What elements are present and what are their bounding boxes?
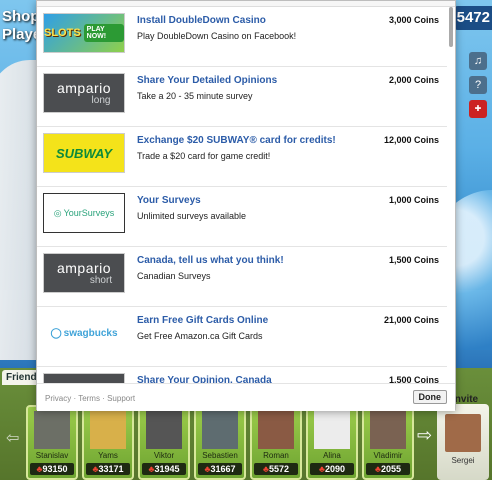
offer-coins: 1,500 Coins — [388, 375, 439, 383]
done-button[interactable]: Done — [412, 390, 447, 404]
friend-score: ♣2090 — [310, 463, 354, 475]
offers-modal: SLOTS PLAY NOW! Install DoubleDown Casino… — [36, 0, 456, 411]
friend-card[interactable]: Roman ♣5572 — [250, 405, 302, 480]
friend-card[interactable]: Viktor ♣31945 — [138, 405, 190, 480]
flag-icon[interactable]: ✚ — [469, 100, 487, 118]
ampario-logo: ampario long — [43, 73, 125, 113]
avatar — [202, 411, 238, 449]
friend-score: ♣31945 — [142, 463, 186, 475]
avatar — [445, 414, 481, 452]
footer-links[interactable]: Privacy · Terms · Support — [45, 394, 135, 403]
avatar — [146, 411, 182, 449]
balance-readout: 5472 — [452, 6, 492, 30]
friend-card[interactable]: Alina ♣2090 — [306, 405, 358, 480]
offer-description: Play DoubleDown Casino on Facebook! — [137, 31, 297, 41]
offer-title[interactable]: Install DoubleDown Casino — [137, 15, 266, 26]
offer-row[interactable]: SUBWAY Exchange $20 SUBWAY® card for cre… — [37, 127, 447, 187]
offer-row[interactable]: SLOTS PLAY NOW! Install DoubleDown Casino… — [37, 7, 447, 67]
offer-description: Take a 20 - 35 minute survey — [137, 91, 253, 101]
offer-coins: 21,000 Coins — [383, 315, 439, 325]
avatar — [34, 411, 70, 449]
friend-score: ♣5572 — [254, 463, 298, 475]
avatar — [314, 411, 350, 449]
avatar — [90, 411, 126, 449]
offer-title[interactable]: Your Surveys — [137, 195, 201, 206]
arrow-left-icon[interactable]: ⇦ — [6, 428, 19, 448]
swagbucks-logo: ◯ swagbucks — [43, 313, 125, 353]
friend-card[interactable]: Stanislav ♣93150 — [26, 405, 78, 480]
avatar — [258, 411, 294, 449]
offer-description: Get Free Amazon.ca Gift Cards — [137, 331, 263, 341]
offer-coins: 3,000 Coins — [388, 15, 439, 25]
yoursurveys-logo: ◎ YourSurveys — [43, 193, 125, 233]
offer-coins: 12,000 Coins — [383, 135, 439, 145]
friend-card[interactable]: Vladimir ♣2055 — [362, 405, 414, 480]
help-icon[interactable]: ? — [469, 76, 487, 94]
modal-footer: Privacy · Terms · Support Done — [37, 383, 455, 411]
offer-row[interactable]: ampario short Canada, tell us what you th… — [37, 247, 447, 307]
ampario-logo — [43, 373, 125, 383]
friend-score: ♣93150 — [30, 463, 74, 475]
offer-description: Unlimited surveys available — [137, 211, 247, 221]
swagbucks-icon: ◯ — [50, 327, 62, 339]
arrow-right-icon[interactable]: ⇨ — [417, 425, 432, 446]
offer-title[interactable]: Earn Free Gift Cards Online — [137, 315, 268, 326]
ampario-logo: ampario short — [43, 253, 125, 293]
offer-title[interactable]: Exchange $20 SUBWAY® card for credits! — [137, 135, 336, 146]
offer-title[interactable]: Share Your Opinion, Canada — [137, 375, 272, 383]
offer-row[interactable]: ◎ YourSurveys Your Surveys Unlimited surv… — [37, 187, 447, 247]
offers-list[interactable]: SLOTS PLAY NOW! Install DoubleDown Casino… — [37, 7, 447, 383]
offer-row[interactable]: Share Your Opinion, Canada 1,500 Coins — [37, 367, 447, 383]
offer-coins: 1,500 Coins — [388, 255, 439, 265]
side-icons: ♫ ? ✚ — [469, 52, 489, 124]
offer-coins: 1,000 Coins — [388, 195, 439, 205]
subway-logo: SUBWAY — [43, 133, 125, 173]
friend-score: ♣33171 — [86, 463, 130, 475]
friend-card[interactable]: Yams ♣33171 — [82, 405, 134, 480]
offer-row[interactable]: ampario long Share Your Detailed Opinions… — [37, 67, 447, 127]
friend-card[interactable]: Sebastien ♣31667 — [194, 405, 246, 480]
invite-friend-card[interactable]: Sergei — [437, 404, 489, 480]
friend-score: ♣2055 — [366, 463, 410, 475]
offer-title[interactable]: Canada, tell us what you think! — [137, 255, 284, 266]
friend-score: ♣31667 — [198, 463, 242, 475]
doubledown-logo: SLOTS PLAY NOW! — [43, 13, 125, 53]
scrollbar[interactable] — [449, 7, 453, 47]
speaker-icon[interactable]: ♫ — [469, 52, 487, 70]
globe-icon: ◎ — [53, 207, 62, 218]
offer-description: Canadian Surveys — [137, 271, 211, 281]
offer-title[interactable]: Share Your Detailed Opinions — [137, 75, 277, 86]
offer-coins: 2,000 Coins — [388, 75, 439, 85]
friends-strip: Stanislav ♣93150 Yams ♣33171 Viktor ♣319… — [26, 405, 414, 480]
offer-row[interactable]: ◯ swagbucks Earn Free Gift Cards Online G… — [37, 307, 447, 367]
avatar — [370, 411, 406, 449]
offer-description: Trade a $20 card for game credit! — [137, 151, 271, 161]
